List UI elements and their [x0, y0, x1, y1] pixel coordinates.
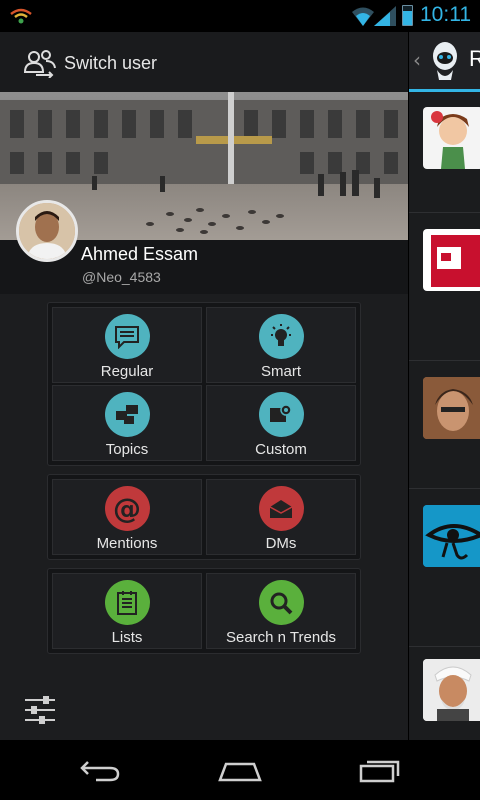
timeline-panel: ‹ R	[408, 32, 480, 740]
menu-item-custom[interactable]: Custom	[206, 385, 356, 461]
tweet-row[interactable]	[409, 489, 480, 647]
system-nav-bar	[0, 740, 480, 800]
discover-menu-group: Lists Search n Trends	[47, 568, 361, 654]
user-handle: @Neo_4583	[82, 269, 161, 285]
tweet-row[interactable]	[409, 213, 480, 361]
user-name: Ahmed Essam	[81, 244, 199, 264]
tweet-row[interactable]	[409, 361, 480, 489]
tweet-row[interactable]	[409, 647, 480, 740]
envelope-icon	[258, 486, 304, 531]
at-icon: @	[104, 486, 150, 531]
timeline-title: R	[469, 46, 480, 72]
battery-icon	[402, 5, 413, 26]
status-bar: 10:11	[0, 0, 480, 32]
messages-menu-group: @ Mentions DMs	[47, 474, 361, 560]
tweet-avatar	[423, 107, 480, 169]
tweet-avatar	[423, 377, 480, 439]
tweet-row[interactable]	[409, 95, 480, 213]
settings-button[interactable]	[22, 692, 58, 728]
home-button[interactable]	[210, 754, 270, 786]
wifi-icon	[352, 7, 374, 26]
topics-icon	[104, 392, 150, 437]
clock: 10:11	[420, 3, 471, 26]
recents-button[interactable]	[350, 754, 410, 786]
signal-icon	[374, 6, 396, 26]
regular-icon	[104, 314, 150, 359]
custom-gear-icon	[258, 392, 304, 437]
recents-icon	[359, 760, 400, 783]
switch-user-label: Switch user	[64, 52, 158, 73]
menu-item-regular[interactable]: Regular	[52, 307, 202, 383]
app-logo-icon[interactable]	[429, 40, 461, 82]
menu-item-mentions[interactable]: @ Mentions	[52, 479, 202, 555]
back-button[interactable]	[70, 754, 130, 786]
list-icon	[104, 580, 150, 625]
sliders-icon	[25, 696, 55, 724]
timeline-menu-group: Regular Smart Topics Custom	[47, 302, 361, 466]
menu-item-dms[interactable]: DMs	[206, 479, 356, 555]
switch-user-button[interactable]: Switch user	[22, 46, 157, 80]
menu-item-topics[interactable]: Topics	[52, 385, 202, 461]
navigation-drawer: Switch user Ahmed Essam @Neo_4583 Regula…	[0, 32, 408, 740]
chevron-left-icon[interactable]: ‹	[413, 48, 421, 72]
menu-item-lists[interactable]: Lists	[52, 573, 202, 649]
timeline-header: ‹ R	[409, 32, 480, 92]
menu-item-smart[interactable]: Smart	[206, 307, 356, 383]
tweet-avatar	[423, 229, 480, 291]
home-icon	[218, 762, 262, 782]
tweet-avatar	[423, 659, 480, 721]
menu-item-search-trends[interactable]: Search n Trends	[206, 573, 356, 649]
back-icon	[80, 761, 120, 782]
drawer-header: Switch user	[0, 32, 408, 92]
app-notification-icon	[10, 8, 32, 24]
user-avatar[interactable]	[16, 200, 78, 262]
tweet-avatar	[423, 505, 480, 567]
search-icon	[258, 580, 304, 625]
switch-user-icon	[23, 50, 56, 78]
lightbulb-icon	[258, 314, 304, 359]
